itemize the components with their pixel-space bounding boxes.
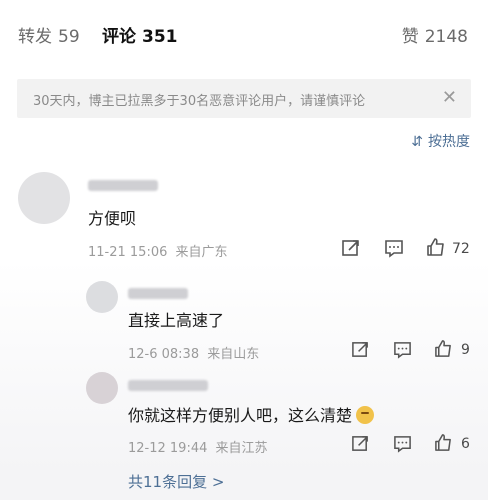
- reply-time: 12-6 08:38: [128, 347, 200, 362]
- share-icon[interactable]: [351, 434, 370, 457]
- doge-emoji-icon: [356, 406, 375, 424]
- tab-comments-count: 351: [142, 27, 178, 47]
- tab-comments-label: 评论: [102, 27, 136, 47]
- reply-location: 来自山东: [207, 347, 260, 362]
- like-button[interactable]: [434, 339, 453, 362]
- comment-icon[interactable]: [384, 238, 404, 262]
- share-icon[interactable]: [341, 238, 361, 262]
- comment-meta: 11-21 15:06 来自广东: [88, 241, 228, 260]
- sort-label: 按热度: [428, 134, 470, 150]
- comment-time: 11-21 15:06: [88, 245, 168, 260]
- reply-like-count: 9: [461, 342, 470, 358]
- sort-by-hot-button[interactable]: ⇵ 按热度: [411, 131, 470, 151]
- like-button[interactable]: [434, 433, 453, 456]
- tab-comments[interactable]: 评论 351: [102, 22, 178, 47]
- reply-text-content: 你就这样方便别人吧，这么清楚: [128, 406, 353, 425]
- thumbs-up-icon: [427, 238, 444, 256]
- thumbs-up-icon: [435, 434, 451, 451]
- reply-meta: 12-12 19:44 来自江苏: [128, 437, 268, 456]
- username-blurred[interactable]: [128, 380, 208, 391]
- close-icon[interactable]: ✕: [442, 87, 457, 108]
- comment-location: 来自广东: [175, 245, 228, 260]
- view-more-replies-link[interactable]: 共11条回复 >: [128, 471, 224, 492]
- background-fade: [0, 260, 488, 500]
- avatar[interactable]: [86, 281, 118, 313]
- comment-notice: 30天内，博主已拉黑多于30名恶意评论用户，请谨慎评论 ✕: [17, 79, 471, 118]
- comment-text: 方便呗: [88, 209, 137, 228]
- username-blurred[interactable]: [128, 288, 188, 299]
- notice-text: 30天内，博主已拉黑多于30名恶意评论用户，请谨慎评论: [33, 94, 366, 109]
- reply-text: 你就这样方便别人吧，这么清楚: [128, 402, 375, 426]
- reply-location: 来自江苏: [215, 441, 268, 456]
- reply-like-count: 6: [461, 436, 470, 452]
- comment-icon[interactable]: [393, 434, 412, 457]
- reply-meta: 12-6 08:38 来自山东: [128, 343, 259, 362]
- like-button[interactable]: [426, 237, 446, 261]
- thumbs-up-icon: [435, 340, 451, 357]
- tab-likes[interactable]: 赞 2148: [402, 22, 468, 47]
- sort-icon: ⇵: [411, 134, 423, 150]
- tab-likes-label: 赞: [401, 27, 419, 47]
- comment-like-count: 72: [452, 241, 470, 257]
- comment-icon[interactable]: [393, 340, 412, 363]
- avatar[interactable]: [18, 172, 70, 224]
- tab-reposts-label: 转发: [18, 27, 52, 47]
- reply-time: 12-12 19:44: [128, 441, 208, 456]
- share-icon[interactable]: [351, 340, 370, 363]
- tab-reposts[interactable]: 转发 59: [18, 22, 80, 47]
- comment-tabs: 转发 59 评论 351 赞 2148: [0, 0, 488, 66]
- tab-reposts-count: 59: [58, 27, 80, 47]
- avatar[interactable]: [86, 372, 118, 404]
- tab-likes-count: 2148: [424, 27, 468, 47]
- reply-text: 直接上高速了: [128, 311, 225, 330]
- username-blurred[interactable]: [88, 180, 158, 191]
